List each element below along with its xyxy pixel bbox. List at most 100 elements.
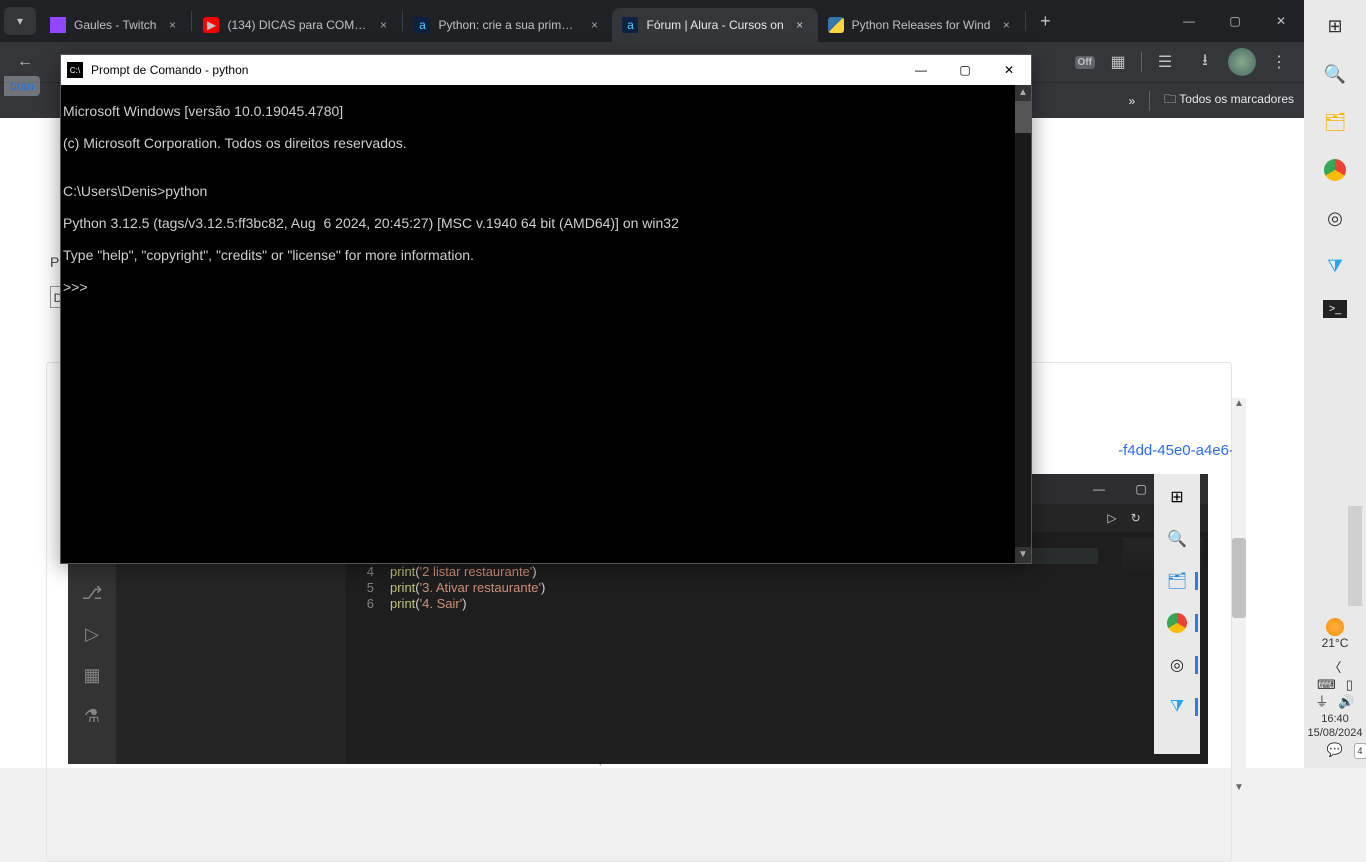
chrome-icon[interactable] [1321, 156, 1349, 184]
clock-date[interactable]: 15/08/2024 [1307, 726, 1362, 740]
close-icon[interactable]: × [586, 18, 602, 32]
all-bookmarks-label: Todos os marcadores [1179, 92, 1294, 106]
cmd-scrollbar[interactable]: ▲ ▼ [1015, 85, 1031, 563]
bookmark-chip[interactable]: bran [4, 76, 40, 96]
terminal-icon[interactable]: >_ [1323, 300, 1347, 318]
chrome-icon[interactable] [1164, 610, 1190, 636]
alura-icon: a [622, 17, 638, 33]
run-restart-icon[interactable]: ↻ [1131, 511, 1141, 525]
downloads-icon[interactable]: ⭳ [1188, 45, 1222, 79]
battery-icon[interactable]: ▯ [1346, 678, 1353, 692]
minimize-button[interactable]: — [1078, 474, 1120, 504]
chrome-menu-icon[interactable]: ⋮ [1262, 45, 1296, 79]
wifi-icon[interactable]: ⏚ [1315, 695, 1328, 709]
tab-separator [1025, 11, 1026, 31]
volume-icon[interactable]: 🔊 [1338, 695, 1354, 709]
browser-tab-3[interactable]: a Fórum | Alura - Cursos on × [612, 8, 817, 42]
tab-label: (134) DICAS para COMEÇ [227, 18, 367, 32]
cmd-titlebar[interactable]: C:\ Prompt de Comando - python — ▢ ✕ [61, 55, 1031, 85]
back-button[interactable]: ← [8, 45, 42, 79]
scroll-up-icon[interactable]: ▲ [1232, 398, 1246, 414]
vscode-explorer: ●app.py [116, 532, 346, 764]
close-icon[interactable]: × [792, 18, 808, 32]
start-icon[interactable]: ⊞ [1164, 484, 1190, 510]
browser-tab-0[interactable]: Gaules - Twitch × [40, 8, 190, 42]
cmd-app-icon: C:\ [67, 62, 83, 78]
tray-expand-icon[interactable]: 〈 [1328, 661, 1341, 675]
code-token-paren: ) [541, 580, 545, 595]
run-debug-icon[interactable]: ▷ [85, 624, 99, 645]
discord-icon[interactable]: ◎ [1321, 204, 1349, 232]
minimize-button[interactable]: — [899, 55, 943, 85]
file-explorer-icon[interactable]: 🗂 [1321, 108, 1349, 136]
close-icon[interactable]: × [375, 18, 391, 32]
close-icon[interactable]: × [164, 18, 180, 32]
source-control-icon[interactable]: ⎇ [82, 583, 103, 604]
run-icon[interactable]: ▷ [1107, 511, 1116, 525]
weather-temp: 21°C [1322, 636, 1349, 650]
extension-grid-icon[interactable]: ▦ [1101, 45, 1135, 79]
cmd-line: >>> [63, 279, 1029, 295]
cmd-line: C:\Users\Denis>python [63, 183, 1029, 199]
scroll-down-icon[interactable]: ▼ [1015, 547, 1031, 563]
folder-icon: 🗀 [1164, 92, 1179, 106]
input-lang-icon[interactable]: ⌨ [1317, 678, 1336, 692]
content-scrollbar[interactable]: ▲ ▼ [1232, 398, 1246, 798]
browser-tab-2[interactable]: a Python: crie a sua primeira × [404, 8, 612, 42]
cmd-title-text: Prompt de Comando - python [91, 63, 248, 77]
extension-off-badge[interactable]: Off [1075, 56, 1095, 69]
file-explorer-icon[interactable]: 🗂 [1164, 568, 1190, 594]
all-bookmarks-button[interactable]: 🗀 Todos os marcadores [1164, 90, 1294, 111]
reading-list-icon[interactable]: ☰ [1148, 45, 1182, 79]
browser-tab-4[interactable]: Python Releases for Wind × [818, 8, 1025, 42]
cmd-console[interactable]: Microsoft Windows [versão 10.0.19045.478… [61, 85, 1031, 563]
profile-avatar-icon[interactable] [1228, 48, 1256, 76]
twitch-icon [50, 17, 66, 33]
minimize-button[interactable]: — [1166, 0, 1212, 42]
code-token-str: '2 listar restaurante' [420, 564, 533, 579]
scroll-thumb[interactable] [1015, 101, 1031, 133]
line-number: 4 [346, 564, 374, 580]
scroll-thumb[interactable] [1232, 538, 1246, 618]
clock-time[interactable]: 16:40 [1307, 712, 1362, 726]
notifications-icon[interactable]: 💬 [1327, 743, 1343, 757]
tab-search-button[interactable]: ▾ [4, 7, 36, 35]
taskbar-scroll[interactable] [1348, 506, 1362, 606]
close-button[interactable]: ✕ [987, 55, 1031, 85]
line-number: 6 [346, 596, 374, 612]
search-icon[interactable]: 🔍 [1321, 60, 1349, 88]
notifications-badge: 4 [1354, 743, 1366, 759]
code-token-paren: ) [532, 564, 536, 579]
python-icon [828, 17, 844, 33]
bookmarks-overflow-button[interactable]: » [1128, 94, 1135, 108]
discord-icon[interactable]: ◎ [1164, 652, 1190, 678]
vscode-editor[interactable]: 2 3print('1.cadastrar restaurante') 4pri… [346, 532, 1098, 764]
cmd-line: Microsoft Windows [versão 10.0.19045.478… [63, 103, 1029, 119]
window-controls: — ▢ ✕ [1166, 0, 1304, 42]
scroll-down-icon[interactable]: ▼ [1232, 782, 1246, 798]
start-icon[interactable]: ⊞ [1321, 12, 1349, 40]
close-icon[interactable]: × [998, 18, 1014, 32]
close-button[interactable]: ✕ [1258, 0, 1304, 42]
maximize-button[interactable]: ▢ [1212, 0, 1258, 42]
youtube-icon: ▶ [203, 17, 219, 33]
browser-tab-1[interactable]: ▶ (134) DICAS para COMEÇ × [193, 8, 401, 42]
vscode-icon[interactable]: ⧩ [1164, 694, 1190, 720]
system-tray: 〈 ⌨ ▯ ⏚ 🔊 16:40 15/08/2024 💬 4 [1307, 658, 1362, 768]
nested-taskbar: ⊞ 🔍 🗂 ◎ ⧩ [1154, 474, 1200, 754]
code-token-fn: print [390, 596, 415, 611]
code-token-str: '4. Sair' [420, 596, 463, 611]
maximize-button[interactable]: ▢ [943, 55, 987, 85]
testing-icon[interactable]: ⚗ [84, 706, 100, 727]
weather-widget[interactable]: 21°C [1322, 618, 1349, 650]
code-token-fn: print [390, 580, 415, 595]
extensions-icon[interactable]: ▦ [83, 665, 100, 686]
uuid-fragment-text: -f4dd-45e0-a4e6- [1118, 442, 1234, 459]
cmd-window[interactable]: C:\ Prompt de Comando - python — ▢ ✕ Mic… [60, 54, 1032, 564]
vscode-icon[interactable]: ⧩ [1321, 252, 1349, 280]
tab-label: Gaules - Twitch [74, 18, 156, 32]
search-icon[interactable]: 🔍 [1164, 526, 1190, 552]
scroll-up-icon[interactable]: ▲ [1015, 85, 1031, 101]
new-tab-button[interactable]: + [1031, 7, 1059, 35]
cmd-line: (c) Microsoft Corporation. Todos os dire… [63, 135, 1029, 151]
